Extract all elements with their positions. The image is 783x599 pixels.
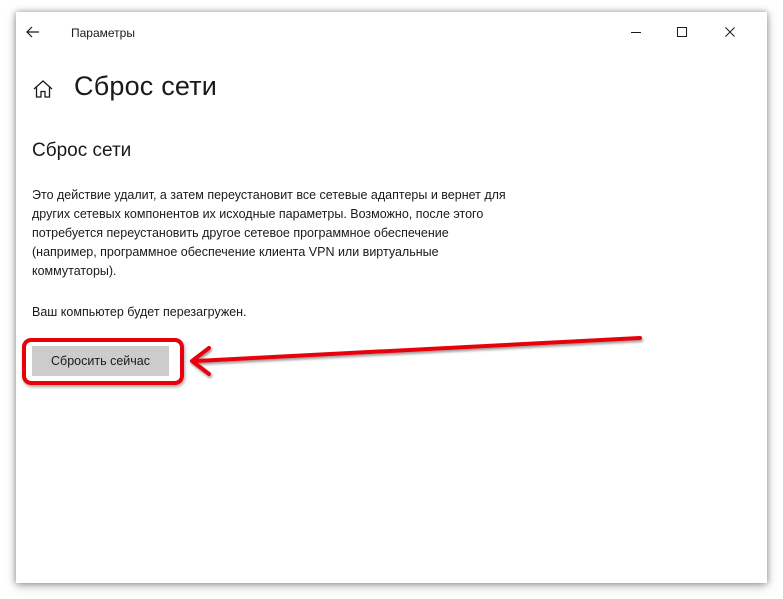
description-text: Это действие удалит, а затем переустанов… <box>32 188 506 278</box>
settings-window: Параметры Сброс сети Сброс сети Это дейс… <box>16 12 767 583</box>
back-button[interactable] <box>18 16 48 48</box>
maximize-icon <box>677 27 687 37</box>
arrow-left-icon <box>26 26 39 38</box>
minimize-button[interactable] <box>613 16 659 48</box>
maximize-button[interactable] <box>659 16 705 48</box>
screenshot-canvas: Параметры Сброс сети Сброс сети Это дейс… <box>0 0 783 599</box>
window-title: Параметры <box>71 26 135 40</box>
title-bar: Параметры <box>16 12 767 52</box>
page-title: Сброс сети <box>74 71 218 101</box>
home-icon[interactable] <box>32 78 54 100</box>
close-icon <box>725 27 735 37</box>
minimize-icon <box>631 32 641 33</box>
reset-now-button[interactable]: Сбросить сейчас <box>32 346 169 376</box>
close-button[interactable] <box>705 16 755 48</box>
section-title: Сброс сети <box>32 140 132 161</box>
restart-note: Ваш компьютер будет перезагружен. <box>32 305 247 319</box>
